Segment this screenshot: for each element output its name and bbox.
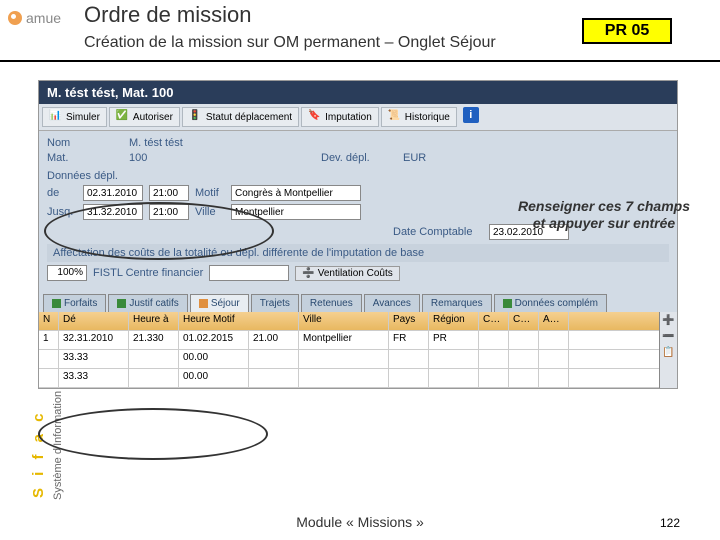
centre-financier-input[interactable] [209,265,289,281]
mat-value: 100 [129,152,189,164]
col-heure-a: Heure à [129,312,179,330]
info-icon[interactable]: i [463,107,479,123]
col-n: N [39,312,59,330]
mat-label: Mat. [47,152,123,164]
callout-oval-form [44,202,274,260]
ventilation-button[interactable]: ➗ Ventilation Coûts [295,266,400,281]
statut-deplacement-button[interactable]: 🚦 Statut déplacement [182,107,299,127]
motif-input[interactable] [231,185,361,201]
tab-bar: Forfaits Justif catifs Séjour Trajets Re… [39,290,677,312]
dev-value: EUR [403,152,426,164]
historique-label: Historique [405,112,450,123]
statut-label: Statut déplacement [206,112,292,123]
tab-sejour[interactable]: Séjour [190,294,249,312]
tab-remarques[interactable]: Remarques [422,294,492,312]
callout-oval-grid [38,408,268,460]
ventilation-icon: ➗ [302,268,314,279]
grid-row[interactable]: 33.33 00.00 [39,369,659,388]
tab-status-icon [52,299,61,308]
window-title: M. tést tést, Mat. 100 [39,81,677,104]
page-subtitle: Création de la mission sur OM permanent … [84,34,496,52]
imputation-label: Imputation [325,112,372,123]
tab-donnees-complem[interactable]: Données complém [494,294,607,312]
ventilation-label: Ventilation Coûts [318,268,393,279]
add-row-icon[interactable]: ➕ [662,314,676,328]
footer-module: Module « Missions » [0,514,720,530]
grid-header: N Dé Heure à Heure Motif Ville Pays Régi… [39,312,659,331]
affectation-pct[interactable]: 100% [47,265,87,281]
page-title: Ordre de mission [84,2,252,28]
col-c1: C… [479,312,509,330]
brand-vertical: S i f a c [30,409,47,498]
simuler-icon: 📊 [49,110,63,124]
tab-retenues[interactable]: Retenues [301,294,362,312]
col-heure-motif: Heure Motif [179,312,299,330]
logo: amue [8,8,76,28]
date-comptable-label: Date Comptable [393,226,483,238]
logo-text: amue [26,10,61,26]
logo-mark-icon [8,11,22,25]
page-number: 122 [660,516,680,530]
historique-button[interactable]: 📜 Historique [381,107,457,127]
statut-icon: 🚦 [189,110,203,124]
de-time-input[interactable] [149,185,189,201]
annotation-text: Renseigner ces 7 champs et appuyer sur e… [518,198,690,232]
tab-avances[interactable]: Avances [364,294,420,312]
donnees-depl-label: Données dépl. [47,170,123,182]
grid-area: N Dé Heure à Heure Motif Ville Pays Régi… [39,312,677,388]
col-c2: C… [509,312,539,330]
copy-row-icon[interactable]: 📋 [662,346,676,360]
autoriser-icon: ✅ [116,110,130,124]
grid-row[interactable]: 1 32.31.2010 21.330 01.02.2015 21.00 Mon… [39,331,659,350]
nom-value: M. tést tést [129,137,183,149]
tab-status-icon [199,299,208,308]
col-de: Dé [59,312,129,330]
imputation-button[interactable]: 🔖 Imputation [301,107,379,127]
imputation-icon: 🔖 [308,110,322,124]
autoriser-button[interactable]: ✅ Autoriser [109,107,180,127]
tab-status-icon [117,299,126,308]
tab-trajets[interactable]: Trajets [251,294,299,312]
dev-label: Dev. dépl. [321,152,397,164]
motif-label: Motif [195,187,225,199]
de-date-input[interactable] [83,185,143,201]
autoriser-label: Autoriser [133,112,173,123]
col-region: Région [429,312,479,330]
pr-badge: PR 05 [582,18,672,44]
historique-icon: 📜 [388,110,402,124]
col-pays: Pays [389,312,429,330]
de-label: de [47,187,77,199]
grid-row[interactable]: 33.33 00.00 [39,350,659,369]
simuler-label: Simuler [66,112,100,123]
nom-label: Nom [47,137,123,149]
simuler-button[interactable]: 📊 Simuler [42,107,107,127]
tab-forfaits[interactable]: Forfaits [43,294,106,312]
tab-justificatifs[interactable]: Justif catifs [108,294,187,312]
centre-financier-label: FISTL Centre financier [93,267,203,279]
delete-row-icon[interactable]: ➖ [662,330,676,344]
col-ville: Ville [299,312,389,330]
tab-status-icon [503,299,512,308]
toolbar: 📊 Simuler ✅ Autoriser 🚦 Statut déplaceme… [39,104,677,131]
grid-side-buttons: ➕ ➖ 📋 [659,312,677,388]
slide-header: amue Ordre de mission Création de la mis… [0,0,720,62]
col-a: A… [539,312,569,330]
